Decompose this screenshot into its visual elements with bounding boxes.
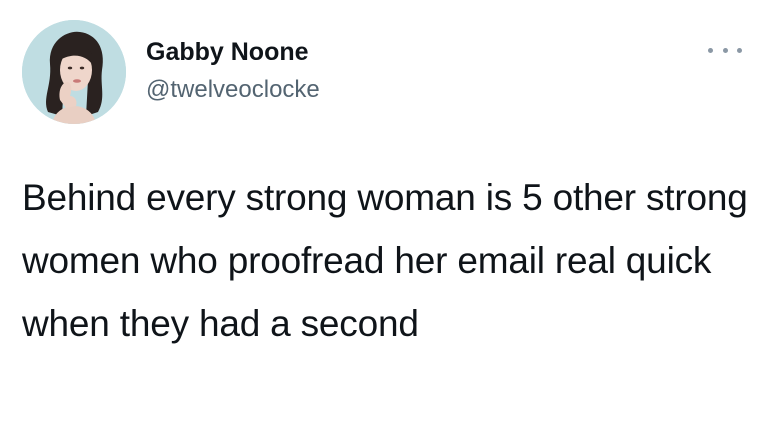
author-avatar[interactable] [22,20,126,124]
author-handle[interactable]: @twelveoclocke [146,76,320,104]
author-name[interactable]: Gabby Noone [146,38,309,67]
dot [708,47,713,53]
tweet-card: Gabby Noone @twelveoclocke Behind every … [0,0,772,430]
profile-photo-icon [22,20,126,124]
dot [737,47,742,53]
dot [722,47,728,53]
more-options-icon[interactable] [708,40,742,60]
tweet-text: Behind every strong woman is 5 other str… [22,177,748,344]
